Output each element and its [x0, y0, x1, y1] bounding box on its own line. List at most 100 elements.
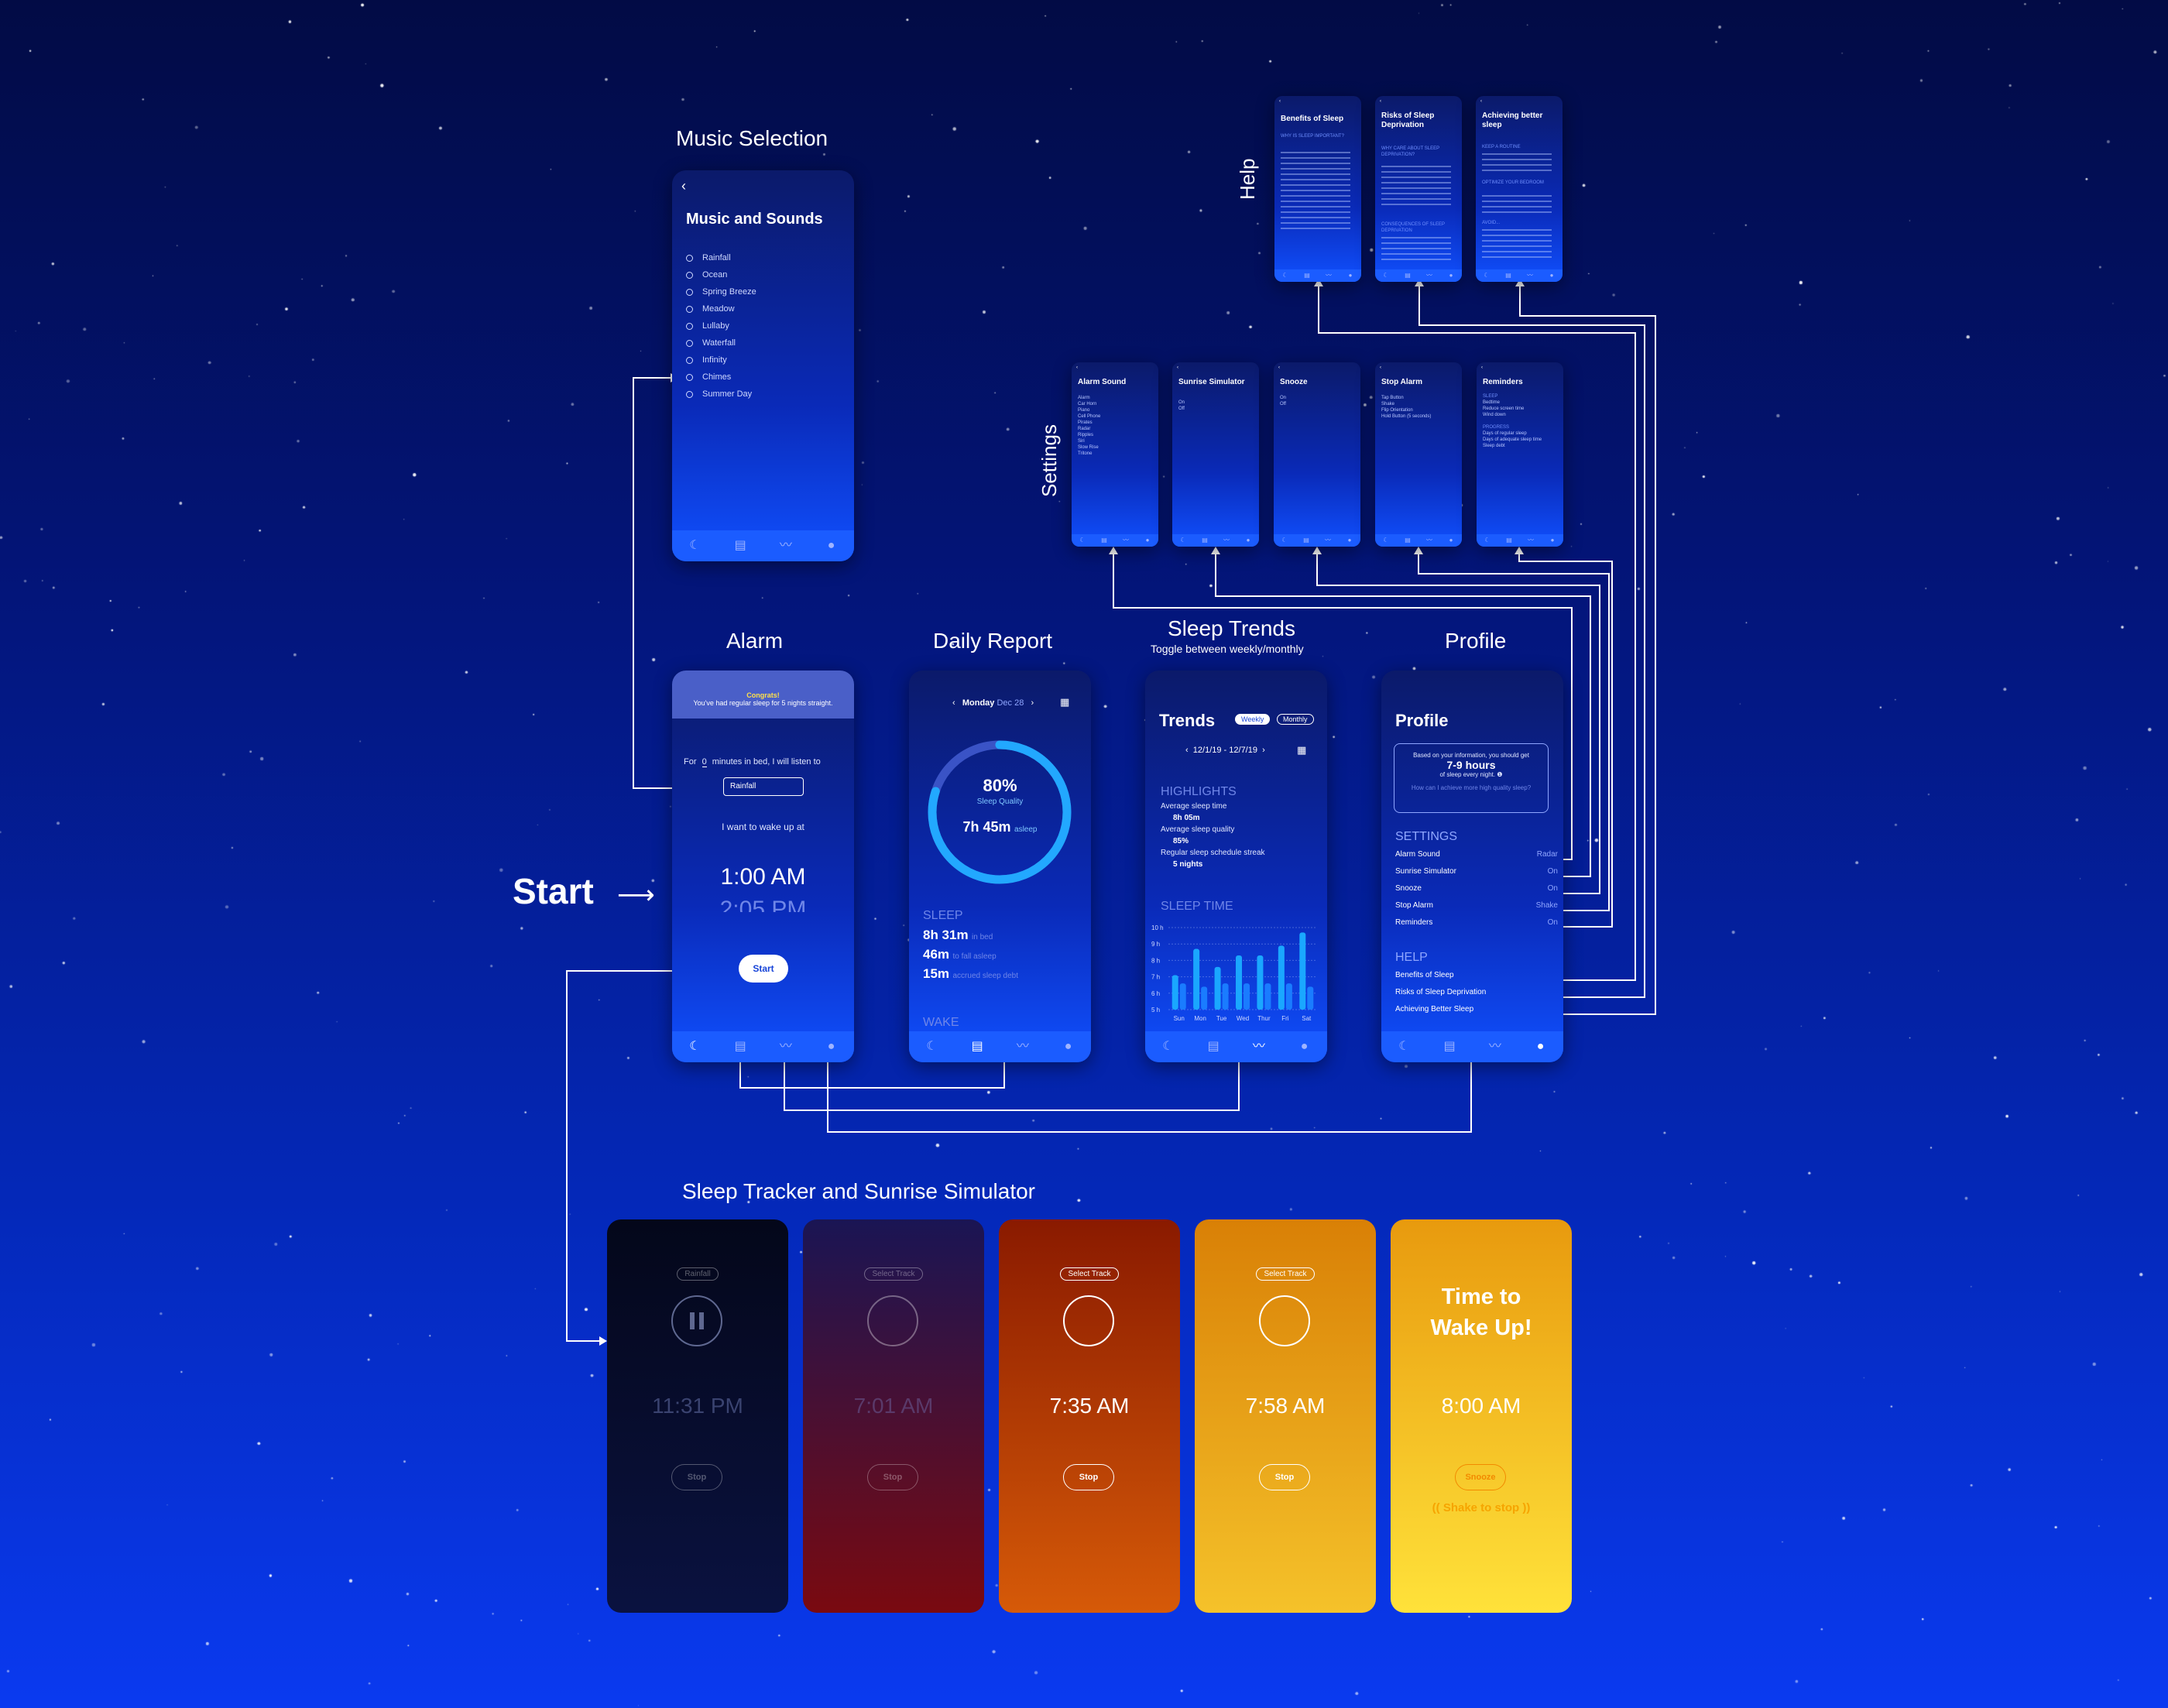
back-chevron-icon[interactable]: ‹ — [1380, 98, 1381, 105]
music-option[interactable]: Ocean — [686, 266, 756, 283]
setting-row[interactable]: Stop Alarm Shake — [1395, 901, 1558, 918]
y-tick-label: 5 h — [1151, 1007, 1160, 1013]
clipboard-icon[interactable]: ▤ — [1442, 1040, 1456, 1054]
back-chevron-icon[interactable]: ‹ — [1279, 98, 1281, 105]
help-achieving-screen: ‹ Achieving better sleep KEEP A ROUTINE … — [1476, 96, 1563, 282]
y-tick-label: 10 h — [1151, 924, 1164, 931]
back-chevron-icon[interactable]: ‹ — [1480, 98, 1482, 105]
trend-icon[interactable]: 〰 — [1488, 1040, 1502, 1054]
back-chevron-icon[interactable]: ‹ — [1380, 365, 1381, 371]
help-link[interactable]: How can I achieve more high quality slee… — [1394, 784, 1548, 791]
clipboard-icon[interactable]: ▤ — [970, 1040, 984, 1054]
play-button[interactable] — [1063, 1295, 1114, 1346]
play-button[interactable] — [867, 1295, 918, 1346]
track-pill[interactable]: Select Track — [1256, 1267, 1315, 1281]
help-row[interactable]: Benefits of Sleep — [1395, 971, 1558, 988]
help-row[interactable]: Achieving Better Sleep — [1395, 1005, 1558, 1022]
back-chevron-icon[interactable]: ‹ — [1278, 365, 1280, 371]
setting-row[interactable]: Alarm Sound Radar — [1395, 850, 1558, 867]
moon-icon[interactable]: ☾ — [1397, 1040, 1411, 1054]
stop-button[interactable]: Stop — [867, 1464, 918, 1490]
tab-bar: ☾ ▤ 〰 ● — [1375, 269, 1462, 282]
clipboard-icon[interactable]: ▤ — [733, 539, 747, 553]
info-icon[interactable]: ❶ — [1497, 771, 1502, 778]
sleep-debt-row: 15m accrued sleep debt — [923, 966, 1018, 981]
info-line: of sleep every night. ❶ — [1439, 771, 1503, 778]
person-icon[interactable]: ● — [1534, 1040, 1548, 1054]
banner-text: You've had regular sleep for 5 nights st… — [693, 699, 833, 707]
help-row[interactable]: Risks of Sleep Deprivation — [1395, 988, 1558, 1005]
play-button[interactable] — [1259, 1295, 1310, 1346]
calendar-icon[interactable]: ▦ — [1060, 696, 1069, 708]
bar-series-1 — [1171, 975, 1178, 1010]
toggle-monthly[interactable]: Monthly — [1277, 714, 1314, 725]
music-option[interactable]: Summer Day — [686, 386, 756, 403]
moon-icon[interactable]: ☾ — [688, 1040, 702, 1054]
daily-report-screen: ‹ Monday Dec 28 › ▦ 80% Sleep Quality 7h… — [909, 671, 1091, 1062]
calendar-icon[interactable]: ▦ — [1297, 744, 1306, 756]
track-pill[interactable]: Select Track — [1060, 1267, 1119, 1281]
back-chevron-icon[interactable]: ‹ — [681, 178, 686, 194]
moon-icon[interactable]: ☾ — [1161, 1040, 1175, 1054]
track-pill[interactable]: Select Track — [864, 1267, 923, 1281]
help-body-text — [1482, 195, 1552, 217]
tab-bar: ☾ ▤ 〰 ● — [1476, 269, 1563, 282]
moon-icon[interactable]: ☾ — [924, 1040, 938, 1054]
toggle-weekly[interactable]: Weekly — [1235, 714, 1271, 725]
prev-chevron-icon[interactable]: ‹ — [1185, 746, 1189, 755]
music-option[interactable]: Rainfall — [686, 249, 756, 266]
next-chevron-icon[interactable]: › — [1262, 746, 1265, 755]
tab-bar: ☾ ▤ 〰 ● — [672, 530, 854, 561]
music-option[interactable]: Lullaby — [686, 317, 756, 334]
wake-time-next[interactable]: 2:05 PM — [672, 898, 854, 912]
help-body-text — [1482, 229, 1552, 260]
music-list: Rainfall Ocean Spring Breeze Meadow Lull… — [686, 249, 756, 403]
congrats-banner: Congrats! You've had regular sleep for 5… — [672, 671, 854, 719]
person-icon[interactable]: ● — [825, 539, 839, 553]
tab-bar: ☾ ▤ 〰 ● — [1477, 534, 1563, 547]
bar-series-1 — [1193, 948, 1200, 1010]
current-time: 7:01 AM — [853, 1394, 934, 1418]
bar-series-2 — [1179, 983, 1186, 1010]
snooze-button[interactable]: Snooze — [1455, 1464, 1506, 1490]
trend-icon[interactable]: 〰 — [779, 1040, 793, 1054]
back-chevron-icon[interactable]: ‹ — [1177, 365, 1178, 371]
person-icon[interactable]: ● — [1062, 1040, 1075, 1054]
back-chevron-icon[interactable]: ‹ — [1481, 365, 1483, 371]
track-select[interactable]: Rainfall — [723, 777, 804, 796]
prev-chevron-icon[interactable]: ‹ — [952, 698, 955, 708]
music-option[interactable]: Waterfall — [686, 334, 756, 352]
date-nav: ‹ Monday Dec 28 › — [952, 698, 1034, 708]
trend-icon[interactable]: 〰 — [1252, 1040, 1266, 1054]
minutes-input[interactable]: 0 — [702, 757, 707, 767]
stop-button[interactable]: Stop — [1063, 1464, 1114, 1490]
track-pill[interactable]: Rainfall — [677, 1267, 719, 1281]
banner-title: Congrats! — [746, 691, 780, 699]
music-option[interactable]: Chimes — [686, 369, 756, 386]
stop-button[interactable]: Stop — [671, 1464, 722, 1490]
bar-series-1 — [1236, 955, 1242, 1010]
trend-icon[interactable]: 〰 — [1016, 1040, 1030, 1054]
back-chevron-icon[interactable]: ‹ — [1076, 365, 1078, 371]
wake-header: WAKE — [923, 1016, 959, 1029]
clipboard-icon[interactable]: ▤ — [1206, 1040, 1220, 1054]
moon-icon[interactable]: ☾ — [688, 539, 702, 553]
trend-icon[interactable]: 〰 — [779, 539, 793, 553]
stop-button[interactable]: Stop — [1259, 1464, 1310, 1490]
bar-series-1 — [1278, 945, 1285, 1010]
music-option[interactable]: Spring Breeze — [686, 283, 756, 300]
person-icon[interactable]: ● — [825, 1040, 839, 1054]
start-button[interactable]: Start — [739, 955, 788, 983]
music-option[interactable]: Meadow — [686, 300, 756, 317]
setting-row[interactable]: Snooze On — [1395, 884, 1558, 901]
person-icon[interactable]: ● — [1298, 1040, 1312, 1054]
next-chevron-icon[interactable]: › — [1031, 698, 1034, 708]
wake-time-picker[interactable]: 1:00 AM — [672, 864, 854, 890]
settings-list: Alarm Sound Radar Sunrise Simulator On Sno… — [1395, 850, 1558, 935]
setting-row[interactable]: Reminders On — [1395, 918, 1558, 935]
setting-row[interactable]: Sunrise Simulator On — [1395, 867, 1558, 884]
help-screen-title: Risks of Sleep Deprivation — [1381, 111, 1435, 129]
clipboard-icon[interactable]: ▤ — [733, 1040, 747, 1054]
music-option[interactable]: Infinity — [686, 352, 756, 369]
pause-button[interactable] — [671, 1295, 722, 1346]
